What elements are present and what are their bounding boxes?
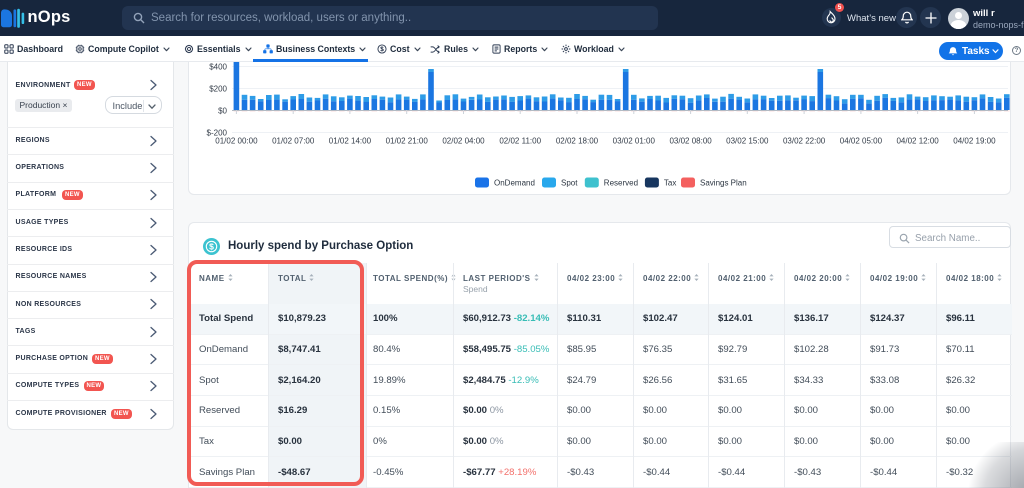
svg-text:$200: $200 <box>209 85 227 94</box>
svg-text:03/02 01:00: 03/02 01:00 <box>613 137 656 146</box>
svg-text:01/02 07:00: 01/02 07:00 <box>272 137 315 146</box>
svg-text:02/02 11:00: 02/02 11:00 <box>499 137 541 146</box>
svg-text:Savings Plan: Savings Plan <box>700 179 747 188</box>
svg-text:02/02 18:00: 02/02 18:00 <box>556 137 599 146</box>
svg-text:$: $ <box>209 242 214 252</box>
svg-text:01/02 00:00: 01/02 00:00 <box>215 137 258 146</box>
svg-text:Reserved: Reserved <box>604 179 638 188</box>
svg-text:03/02 08:00: 03/02 08:00 <box>669 137 712 146</box>
svg-text:02/02 04:00: 02/02 04:00 <box>442 137 485 146</box>
svg-text:04/02 19:00: 04/02 19:00 <box>953 137 996 146</box>
svg-text:Tax: Tax <box>664 179 676 188</box>
svg-text:$0: $0 <box>218 107 227 116</box>
svg-text:Spot: Spot <box>561 179 578 188</box>
svg-text:03/02 15:00: 03/02 15:00 <box>726 137 769 146</box>
svg-text:OnDemand: OnDemand <box>494 179 535 188</box>
svg-text:03/02 22:00: 03/02 22:00 <box>783 137 826 146</box>
svg-text:04/02 12:00: 04/02 12:00 <box>896 137 939 146</box>
svg-text:04/02 05:00: 04/02 05:00 <box>840 137 883 146</box>
svg-text:01/02 14:00: 01/02 14:00 <box>329 137 372 146</box>
svg-text:$400: $400 <box>209 63 227 72</box>
svg-text:01/02 21:00: 01/02 21:00 <box>386 137 429 146</box>
